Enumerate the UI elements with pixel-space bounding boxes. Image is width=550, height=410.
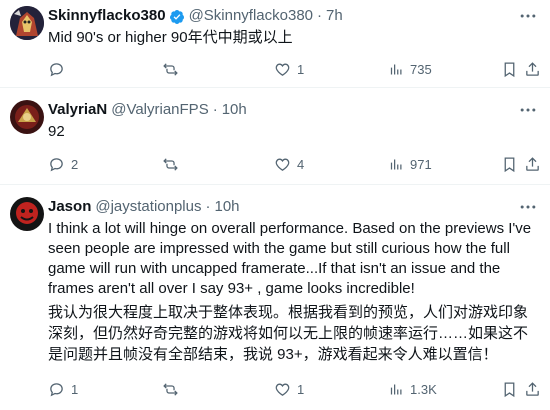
retweet-button[interactable] [162,379,185,399]
avatar[interactable] [10,197,44,231]
action-bar: 2 4 971 [48,154,541,174]
like-count: 4 [297,156,305,172]
more-options-icon[interactable] [518,100,538,120]
avatar[interactable] [10,6,44,40]
views-count: 1.3K [410,381,437,397]
verified-badge-icon [169,9,184,24]
tweet-header: Skinnyflacko380 @Skinnyflacko380 · 7h [48,6,343,26]
bookmark-icon [504,156,515,172]
retweet-icon [163,157,178,171]
tweet-card[interactable]: Jason @jaystationplus · 10h I think a lo… [0,185,550,410]
like-count: 1 [297,61,305,77]
display-name[interactable]: Skinnyflacko380 [48,6,166,26]
views-chart-icon [390,64,402,74]
bookmark-button[interactable] [501,59,518,79]
retweet-button[interactable] [162,154,185,174]
tweet-card[interactable]: ValyriaN @ValyrianFPS · 10h 92 2 4 971 [0,88,550,185]
views-count: 735 [410,61,432,77]
reply-icon [50,62,63,76]
share-icon [526,61,539,76]
bookmark-icon [504,381,515,397]
share-icon [526,381,539,396]
share-icon [526,156,539,171]
more-options-icon[interactable] [518,6,538,26]
share-button[interactable] [524,379,541,399]
heart-icon [275,158,290,171]
separator-dot: · [212,101,218,118]
like-button[interactable]: 4 [274,154,304,174]
share-button[interactable] [524,154,541,174]
retweet-icon [163,62,178,76]
timestamp[interactable]: 10h [214,197,239,217]
like-button[interactable]: 1 [274,59,304,79]
reply-button[interactable]: 1 [48,379,78,399]
reply-icon [50,382,63,396]
user-handle[interactable]: @jaystationplus [95,197,201,217]
more-options-icon[interactable] [518,197,538,217]
tweet-card[interactable]: Skinnyflacko380 @Skinnyflacko380 · 7h Mi… [0,0,550,88]
views-button[interactable]: 1.3K [389,379,437,399]
separator-dot: · [317,7,323,24]
retweet-icon [163,382,178,396]
tweet-header: ValyriaN @ValyrianFPS · 10h [48,100,247,120]
action-bar: 1 1 1.3K [48,379,541,399]
tweet-header: Jason @jaystationplus · 10h [48,197,240,217]
separator-dot: · [205,198,211,215]
tweet-text: Mid 90's or higher 90年代中期或以上 [48,29,293,46]
heart-icon [275,63,290,76]
bookmark-icon [504,61,515,77]
views-button[interactable]: 735 [389,59,432,79]
views-chart-icon [390,384,402,394]
action-bar: 1 735 [48,59,541,79]
heart-icon [275,383,290,396]
display-name[interactable]: ValyriaN [48,100,107,120]
views-count: 971 [410,156,432,172]
reply-button[interactable]: 2 [48,154,78,174]
tweet-translation: 我认为很大程度上取决于整体表现。根据我看到的预览，人们对游戏印象深刻，但仍然好奇… [48,304,529,363]
like-count: 1 [297,381,305,397]
avatar[interactable] [10,100,44,134]
reply-count: 2 [71,156,79,172]
user-handle[interactable]: @Skinnyflacko380 [189,6,313,26]
reply-button[interactable] [48,59,71,79]
reply-icon [50,157,63,171]
timestamp[interactable]: 7h [326,6,343,26]
tweet-text: 92 [48,123,65,140]
timestamp[interactable]: 10h [222,100,247,120]
views-chart-icon [390,159,402,169]
display-name[interactable]: Jason [48,197,91,217]
views-button[interactable]: 971 [389,154,432,174]
reply-count: 1 [71,381,79,397]
tweet-text: I think a lot will hinge on overall perf… [48,220,532,297]
bookmark-button[interactable] [501,154,518,174]
user-handle[interactable]: @ValyrianFPS [111,100,208,120]
share-button[interactable] [524,59,541,79]
like-button[interactable]: 1 [274,379,304,399]
retweet-button[interactable] [162,59,185,79]
bookmark-button[interactable] [501,379,518,399]
